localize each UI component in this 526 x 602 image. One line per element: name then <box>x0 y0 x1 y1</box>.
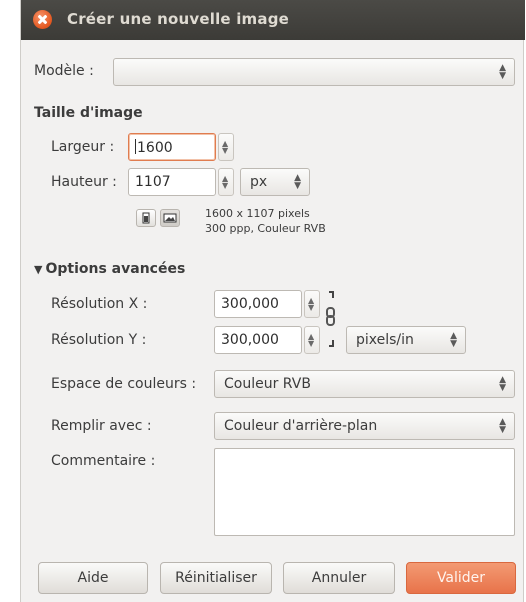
fill-combo[interactable]: Couleur d'arrière-plan ▲ ▼ <box>214 412 515 440</box>
size-unit-value: px <box>250 174 268 190</box>
yres-input[interactable]: 300,000 <box>214 326 302 354</box>
image-info: 1600 x 1107 pixels 300 ppp, Couleur RVB <box>205 206 326 236</box>
chain-link-icon[interactable] <box>324 288 338 356</box>
height-input[interactable]: 1107 <box>128 168 216 196</box>
spin-arrows-icon: ▲ ▼ <box>308 332 315 348</box>
help-button[interactable]: Aide <box>38 562 148 594</box>
yres-spin-button[interactable]: ▲ ▼ <box>304 326 320 354</box>
title-bar: Créer une nouvelle image <box>21 0 525 40</box>
colorspace-value: Couleur RVB <box>224 376 311 392</box>
expander-triangle-icon: ▼ <box>34 263 43 276</box>
size-unit-combo[interactable]: px ▲ ▼ <box>240 168 310 196</box>
resolution-unit-combo[interactable]: pixels/in ▲ ▼ <box>346 326 466 354</box>
combo-arrows-icon: ▲ ▼ <box>450 331 457 349</box>
height-value: 1107 <box>135 174 171 190</box>
fill-label: Remplir avec : <box>51 418 152 434</box>
xres-value: 300,000 <box>221 296 279 312</box>
fill-value: Couleur d'arrière-plan <box>224 418 378 434</box>
image-size-heading: Taille d'image <box>34 105 143 121</box>
combo-arrows-icon: ▲ ▼ <box>499 417 506 435</box>
colorspace-label: Espace de couleurs : <box>51 376 197 392</box>
reset-button[interactable]: Réinitialiser <box>160 562 272 594</box>
width-input[interactable]: 1600 <box>128 133 216 161</box>
portrait-icon <box>142 212 150 224</box>
width-label: Largeur : <box>51 139 115 155</box>
combo-arrows-icon: ▲ ▼ <box>499 375 506 393</box>
width-spin-button[interactable]: ▲ ▼ <box>218 133 234 161</box>
landscape-icon <box>163 213 177 223</box>
image-info-pixels: 1600 x 1107 pixels <box>205 207 310 220</box>
ok-button[interactable]: Valider <box>406 562 516 594</box>
xres-spin-button[interactable]: ▲ ▼ <box>304 290 320 318</box>
combo-arrows-icon: ▲ ▼ <box>294 173 301 191</box>
portrait-button[interactable] <box>136 209 156 227</box>
image-info-resolution: 300 ppp, Couleur RVB <box>205 222 326 235</box>
window-title: Créer une nouvelle image <box>67 10 290 28</box>
advanced-options-heading: Options avancées <box>45 261 186 277</box>
yres-value: 300,000 <box>221 332 279 348</box>
comment-textarea[interactable] <box>214 448 515 536</box>
xres-input[interactable]: 300,000 <box>214 290 302 318</box>
width-value: 1600 <box>137 140 173 156</box>
colorspace-combo[interactable]: Couleur RVB ▲ ▼ <box>214 370 515 398</box>
cancel-button[interactable]: Annuler <box>283 562 395 594</box>
comment-label: Commentaire : <box>51 453 156 469</box>
spin-arrows-icon: ▲ ▼ <box>222 174 229 190</box>
resolution-unit-value: pixels/in <box>356 332 414 348</box>
text-cursor <box>135 139 136 154</box>
close-icon[interactable] <box>33 10 52 29</box>
height-label: Hauteur : <box>51 174 117 190</box>
landscape-button[interactable] <box>160 209 180 227</box>
template-combo[interactable]: ▲ ▼ <box>113 58 515 86</box>
height-spin-button[interactable]: ▲ ▼ <box>218 168 234 196</box>
new-image-dialog: Créer une nouvelle image Modèle : ▲ ▼ Tai… <box>20 0 525 602</box>
spin-arrows-icon: ▲ ▼ <box>308 296 315 312</box>
xres-label: Résolution X : <box>51 296 148 312</box>
combo-arrows-icon: ▲ ▼ <box>499 63 506 81</box>
template-label: Modèle : <box>34 63 94 79</box>
spin-arrows-icon: ▲ ▼ <box>222 139 229 155</box>
advanced-options-expander[interactable]: ▼ Options avancées <box>34 261 185 277</box>
yres-label: Résolution Y : <box>51 332 147 348</box>
